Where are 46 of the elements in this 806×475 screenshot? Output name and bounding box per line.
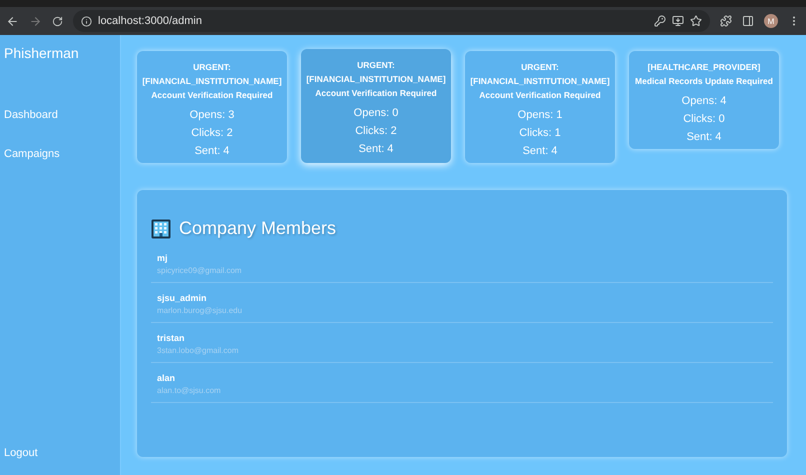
clicks-count: Clicks: 2 <box>355 125 397 137</box>
brand-title: Phisherman <box>4 45 80 61</box>
clicks-count: Clicks: 0 <box>683 113 725 125</box>
campaign-card[interactable]: URGENT: [FINANCIAL_INSTITUTION_NAME] Account Verification Required Opens: 3 Clicks: 2 Sent: 4 <box>137 51 287 163</box>
opens-count: Opens: 1 <box>518 109 562 121</box>
campaign-title: URGENT: [FINANCIAL_INSTITUTION_NAME] Account Verification Required <box>469 61 611 102</box>
opens-count: Opens: 0 <box>354 107 398 119</box>
member-email: alan.to@sjsu.com <box>157 386 222 395</box>
member-email: spicyrice09@gmail.com <box>157 266 243 275</box>
nav-link[interactable]: Dashboard <box>4 109 120 121</box>
reload-icon[interactable] <box>52 16 63 26</box>
forward-icon[interactable] <box>29 14 42 28</box>
sent-count: Sent: 4 <box>686 131 722 143</box>
campaign-title: URGENT: [FINANCIAL_INSTITUTION_NAME] Account Verification Required <box>305 59 447 100</box>
member-name: mj <box>157 253 169 263</box>
install-icon[interactable] <box>672 15 684 27</box>
side-panel-icon[interactable] <box>742 15 754 27</box>
campaign-title: [HEALTHCARE_PROVIDER] Medical Records Update Required <box>634 61 774 88</box>
member-name: sjsu_admin <box>157 293 208 303</box>
logout-link[interactable]: Logout <box>4 447 120 459</box>
opens-count: Opens: 4 <box>682 95 726 107</box>
member-email: 3stan.lobo@gmail.com <box>157 346 240 355</box>
sent-count: Sent: 4 <box>358 143 394 155</box>
campaign-card[interactable]: URGENT: [FINANCIAL_INSTITUTION_NAME] Account Verification Required Opens: 0 Clicks: 2 Sent: 4 <box>301 49 451 163</box>
star-icon[interactable] <box>690 15 702 27</box>
campaign-title: URGENT: [FINANCIAL_INSTITUTION_NAME] Account Verification Required <box>141 61 283 102</box>
campaign-card[interactable]: URGENT: [FINANCIAL_INSTITUTION_NAME] Account Verification Required Opens: 1 Clicks: 1 Sent: 4 <box>465 51 615 163</box>
key-icon[interactable] <box>654 15 666 27</box>
profile-avatar[interactable]: M <box>764 14 778 28</box>
extensions-icon[interactable] <box>720 15 732 27</box>
sent-count: Sent: 4 <box>522 145 558 157</box>
building-icon <box>151 218 171 238</box>
info-icon[interactable] <box>81 16 92 26</box>
clicks-count: Clicks: 2 <box>191 127 233 139</box>
sent-count: Sent: 4 <box>194 145 230 157</box>
url-text: localhost:3000/admin <box>98 15 203 27</box>
member-name: alan <box>157 373 176 383</box>
campaign-card[interactable]: [HEALTHCARE_PROVIDER] Medical Records Update Required Opens: 4 Clicks: 0 Sent: 4 <box>629 51 779 149</box>
clicks-count: Clicks: 1 <box>519 127 561 139</box>
nav-link[interactable]: Campaigns <box>4 148 120 160</box>
address-bar[interactable]: localhost:3000/admin <box>73 10 710 32</box>
member-email: marlon.burog@sjsu.edu <box>157 306 244 315</box>
panel-title: Company Members <box>179 218 336 239</box>
member-name: tristan <box>157 333 186 343</box>
back-icon[interactable] <box>6 14 19 28</box>
opens-count: Opens: 3 <box>190 109 234 121</box>
